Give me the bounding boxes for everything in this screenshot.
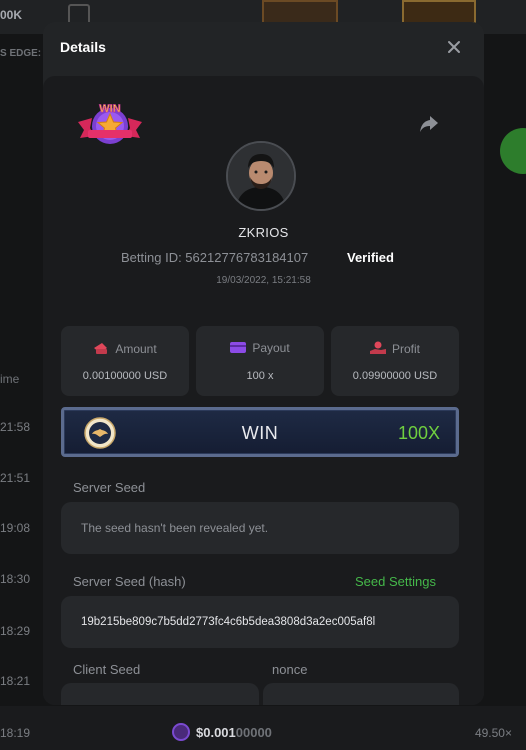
background-time-cell: 21:51 [0, 471, 31, 485]
stat-profit-label: Profit [391, 342, 420, 356]
stat-payout: Payout 100 x [196, 326, 324, 396]
background-title: 00K [0, 8, 23, 22]
stat-amount-label: Amount [115, 342, 157, 356]
result-banner: WIN 100X [61, 407, 459, 457]
server-seed-label: Server Seed [73, 480, 146, 495]
background-time-cell: 18:19 [0, 726, 31, 740]
background-amount: $0.00100000 [196, 725, 272, 740]
stat-payout-label: Payout [252, 341, 290, 355]
betting-id: Betting ID: 56212776783184107 [121, 250, 309, 265]
payout-icon [230, 341, 247, 357]
avatar [226, 141, 296, 211]
modal-title: Details [60, 39, 106, 55]
background-time-cell: 18:21 [0, 674, 31, 688]
client-seed-label: Client Seed [73, 662, 141, 677]
bet-details-card: WIN ZKRIOS Betting ID: 56212776783184107… [43, 76, 484, 705]
share-icon[interactable] [418, 114, 440, 134]
win-badge-icon: WIN [76, 102, 144, 152]
verified-badge: Verified [347, 250, 394, 265]
background-time-cell: 19:08 [0, 521, 31, 535]
close-icon[interactable] [443, 36, 465, 58]
details-modal: Details WIN ZKRIOS Betting ID: 562127767… [43, 22, 484, 705]
bet-datetime: 19/03/2022, 15:21:58 [216, 275, 311, 286]
server-seed-hash-label: Server Seed (hash) [73, 574, 186, 589]
background-bet-row: 18:19 $0.00100000 49.50× [0, 706, 526, 750]
seed-settings-link[interactable]: Seed Settings [355, 574, 436, 589]
background-multiplier: 49.50× [474, 726, 512, 740]
background-game-thumbnail[interactable] [262, 0, 338, 24]
background-time-cell: 21:58 [0, 420, 31, 434]
win-badge-text: WIN [99, 103, 120, 115]
username: ZKRIOS [238, 225, 289, 240]
server-seed-hash-field[interactable]: 19b215be809c7b5dd2773fc4c6b5dea3808d3a2e… [61, 596, 459, 648]
profit-icon [369, 341, 386, 358]
stat-amount: Amount 0.00100000 USD [61, 326, 189, 396]
nonce-field[interactable] [263, 683, 459, 705]
stat-payout-value: 100 x [246, 370, 274, 382]
stat-amount-value: 0.00100000 USD [82, 370, 168, 382]
background-time-cell: 18:30 [0, 572, 31, 586]
stat-profit: Profit 0.09900000 USD [331, 326, 459, 396]
background-edge-label: S EDGE: [0, 48, 42, 59]
background-action-button[interactable] [500, 128, 526, 174]
nonce-label: nonce [272, 662, 308, 677]
background-time-header: ime [0, 372, 20, 386]
coin-icon [172, 723, 190, 741]
client-seed-field[interactable] [61, 683, 259, 705]
stat-profit-value: 0.09900000 USD [352, 370, 438, 382]
server-seed-field[interactable]: The seed hasn't been revealed yet. [61, 502, 459, 554]
amount-icon [93, 341, 109, 358]
result-multiplier: 100X [397, 423, 440, 443]
background-time-cell: 18:29 [0, 624, 31, 638]
background-game-thumbnail[interactable] [402, 0, 476, 24]
